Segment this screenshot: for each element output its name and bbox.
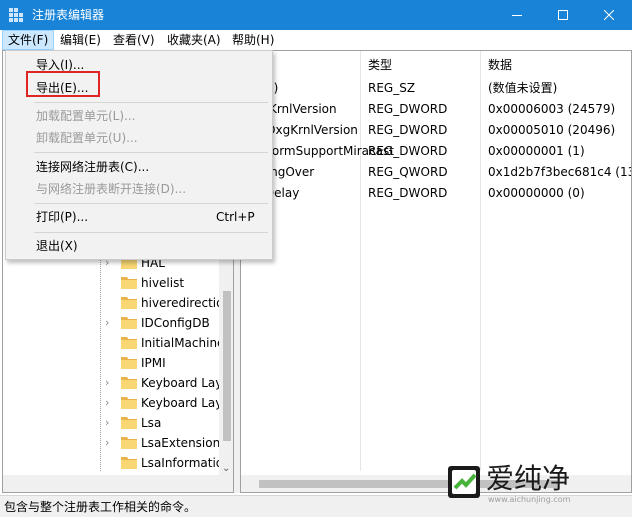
window-title: 注册表编辑器: [32, 8, 105, 22]
value-type: REG_QWORD: [368, 165, 448, 179]
value-data: (数值未设置): [488, 81, 558, 95]
folder-icon: [121, 337, 137, 349]
value-row[interactable]: TdrDelayREG_DWORD0x00000000 (0): [241, 183, 631, 204]
tree-item[interactable]: › IDConfigDB: [3, 313, 223, 333]
menu-print[interactable]: 打印(P)... Ctrl+P: [6, 206, 272, 228]
folder-icon: [121, 357, 137, 369]
tree-item[interactable]: ›Keyboard Layouts: [3, 393, 233, 413]
tree-item[interactable]: IPMI: [3, 353, 223, 373]
menu-separator: [34, 102, 268, 103]
tree-item[interactable]: hivelist: [3, 273, 223, 293]
folder-icon: [121, 277, 137, 289]
tree-item[interactable]: › Lsa: [3, 413, 223, 433]
tree-item[interactable]: InitialMachineConfig: [3, 333, 233, 353]
tree-item[interactable]: hiveredirectionlist: [3, 293, 233, 313]
menu-connect-network-label: 连接网络注册表(C)...: [36, 160, 150, 174]
aichunjing-logo-icon: [448, 466, 480, 498]
menu-edit[interactable]: 编辑(E): [54, 30, 107, 50]
status-text: 包含与整个注册表工作相关的命令。: [4, 500, 197, 514]
value-type: REG_DWORD: [368, 102, 448, 116]
values-list-pane[interactable]: 类型 数据 (默认)REG_SZ(数值未设置)DxgKrnlVersionREG…: [240, 50, 632, 493]
folder-icon: [121, 297, 137, 309]
close-icon: [604, 10, 614, 20]
value-row[interactable]: RollingOver REG_QWORD 0x1d2b7f3bec681c4 (1…: [241, 162, 632, 183]
menu-load-hive-label: 加载配置单元(L)...: [36, 109, 136, 123]
value-data: 0x00000001 (1): [488, 144, 585, 158]
value-row[interactable]: (默认)REG_SZ(数值未设置): [241, 78, 631, 99]
folder-icon: [121, 377, 137, 389]
expand-chevron-icon[interactable]: ›: [105, 397, 115, 409]
tree-item-label: Lsa: [141, 416, 162, 430]
value-row[interactable]: MinDxgKrnlVersion REG_DWORD 0x00005010 (20…: [241, 120, 631, 141]
tree-scroll-thumb[interactable]: [223, 291, 231, 441]
menu-view[interactable]: 查看(V): [107, 30, 161, 50]
tree-item-label: IPMI: [141, 356, 166, 370]
watermark: 爱纯净 www.aichunjing.com: [446, 462, 626, 512]
menu-connect-network[interactable]: 连接网络注册表(C)...: [6, 156, 272, 178]
expand-chevron-icon[interactable]: ›: [105, 417, 115, 429]
scroll-down-icon[interactable]: ⌄: [222, 463, 230, 474]
folder-icon: [121, 437, 137, 449]
menu-exit-label: 退出(X): [36, 239, 78, 253]
folder-icon: [121, 317, 137, 329]
minimize-icon: [512, 15, 522, 16]
tree-item-label: LsaInformation: [141, 456, 231, 470]
minimize-button[interactable]: [494, 0, 540, 30]
menu-separator: [34, 203, 268, 204]
close-button[interactable]: [586, 0, 632, 30]
watermark-text: 爱纯净: [486, 462, 571, 495]
value-data: 0x00006003 (24579): [488, 102, 616, 116]
regedit-icon: [9, 8, 23, 22]
export-highlight-box: [26, 71, 100, 97]
tree-item[interactable]: › Keyboard Layout: [3, 373, 233, 393]
menu-disconnect-network: 与网络注册表断开连接(D)...: [6, 178, 272, 200]
tree-horizontal-scrollbar[interactable]: [3, 475, 233, 492]
expand-chevron-icon[interactable]: ›: [105, 437, 115, 449]
menu-favorites[interactable]: 收藏夹(A): [161, 30, 227, 50]
menu-print-shortcut: Ctrl+P: [216, 210, 255, 224]
expand-chevron-icon[interactable]: ›: [105, 377, 115, 389]
folder-icon: [121, 397, 137, 409]
value-type: REG_DWORD: [368, 144, 448, 158]
column-header-data[interactable]: 数据: [488, 57, 512, 73]
column-header-type[interactable]: 类型: [368, 57, 392, 73]
value-data: 0x00005010 (20496): [488, 123, 616, 137]
tree-item-label: IDConfigDB: [141, 316, 210, 330]
menu-separator: [34, 152, 268, 153]
value-data: 0x1d2b7f3bec681c4 (131: [488, 165, 632, 179]
value-row[interactable]: DxgKrnlVersion REG_DWORD 0x00006003 (24579…: [241, 99, 631, 120]
value-row[interactable]: PlatformSupportMiracast REG_DWORD 0x000000…: [241, 141, 631, 162]
tree-item[interactable]: LsaInformation: [3, 453, 231, 473]
menu-disconnect-network-label: 与网络注册表断开连接(D)...: [36, 182, 187, 196]
menu-help[interactable]: 帮助(H): [226, 30, 280, 50]
menu-unload-hive: 卸载配置单元(U)...: [6, 127, 272, 149]
value-type: REG_DWORD: [368, 186, 448, 200]
menu-load-hive: 加载配置单元(L)...: [6, 105, 272, 127]
menu-bar: 文件(F) 编辑(E) 查看(V) 收藏夹(A) 帮助(H): [0, 30, 632, 50]
menu-separator: [34, 232, 268, 233]
tree-item[interactable]: ›LsaExtensionConfig: [3, 433, 233, 453]
menu-unload-hive-label: 卸载配置单元(U)...: [36, 131, 138, 145]
value-data: 0x00000000 (0): [488, 186, 585, 200]
menu-file[interactable]: 文件(F): [2, 30, 55, 50]
folder-icon: [121, 457, 137, 469]
maximize-button[interactable]: [540, 0, 586, 30]
title-bar: 注册表编辑器: [0, 0, 632, 30]
watermark-url: www.aichunjing.com: [488, 495, 571, 504]
maximize-icon: [558, 10, 568, 20]
value-type: REG_DWORD: [368, 123, 448, 137]
folder-icon: [121, 417, 137, 429]
value-type: REG_SZ: [368, 81, 416, 95]
menu-exit[interactable]: 退出(X): [6, 235, 272, 257]
expand-chevron-icon[interactable]: ›: [105, 317, 115, 329]
menu-print-label: 打印(P)...: [36, 210, 89, 224]
tree-item-label: hivelist: [141, 276, 185, 290]
